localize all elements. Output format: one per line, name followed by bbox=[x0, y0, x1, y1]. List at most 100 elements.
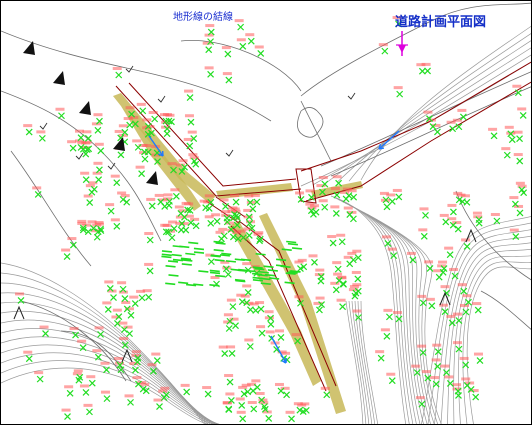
survey-point-icon bbox=[119, 196, 127, 203]
contour-line bbox=[348, 300, 367, 424]
survey-point-icon bbox=[127, 311, 135, 319]
point-label-mark bbox=[392, 188, 402, 192]
survey-point-icon bbox=[474, 306, 482, 314]
point-label-mark bbox=[320, 386, 330, 390]
survey-point-icon bbox=[97, 330, 105, 338]
point-label-mark bbox=[117, 191, 127, 195]
terrain-line bbox=[20, 300, 127, 382]
point-label-mark bbox=[162, 113, 172, 117]
survey-point-icon bbox=[186, 142, 194, 150]
point-label-mark bbox=[315, 296, 325, 300]
point-label-mark bbox=[236, 38, 246, 42]
survey-point-icon bbox=[420, 232, 428, 240]
point-label-mark bbox=[93, 161, 103, 165]
point-label-mark bbox=[64, 385, 74, 389]
point-label-mark bbox=[219, 198, 229, 202]
point-label-mark bbox=[459, 303, 469, 307]
tree-outline bbox=[297, 107, 324, 138]
survey-point-icon bbox=[86, 408, 93, 416]
survey-point-icon bbox=[339, 303, 346, 311]
survey-point-icon bbox=[225, 260, 237, 263]
survey-point-icon bbox=[168, 234, 176, 242]
point-label-mark bbox=[242, 284, 252, 288]
point-label-mark bbox=[154, 193, 164, 197]
point-label-mark bbox=[226, 298, 236, 302]
point-label-mark bbox=[424, 260, 434, 264]
point-label-mark bbox=[386, 193, 396, 197]
survey-point-icon bbox=[126, 330, 133, 338]
survey-point-icon bbox=[263, 265, 274, 269]
point-label-mark bbox=[69, 327, 79, 331]
point-label-mark bbox=[310, 204, 320, 208]
point-label-mark bbox=[148, 110, 158, 114]
point-label-mark bbox=[204, 66, 214, 70]
survey-point-icon bbox=[225, 76, 233, 84]
point-label-mark bbox=[247, 401, 257, 405]
survey-point-icon bbox=[146, 236, 154, 244]
survey-point-icon bbox=[230, 268, 241, 272]
survey-point-icon bbox=[257, 50, 265, 57]
point-label-mark bbox=[86, 375, 96, 379]
survey-point-icon bbox=[181, 258, 192, 262]
contour-line bbox=[434, 229, 531, 424]
point-label-mark bbox=[136, 289, 146, 293]
point-label-mark bbox=[140, 382, 150, 386]
survey-point-icon bbox=[113, 222, 121, 230]
survey-point-icon bbox=[516, 157, 524, 165]
survey-point-icon bbox=[449, 125, 457, 133]
point-label-mark bbox=[352, 309, 362, 313]
survey-point-icon bbox=[66, 389, 74, 397]
point-label-mark bbox=[184, 114, 194, 118]
survey-point-icon bbox=[253, 383, 261, 391]
point-label-mark bbox=[184, 202, 194, 206]
survey-point-icon bbox=[161, 250, 173, 253]
survey-point-icon bbox=[84, 134, 92, 142]
contour-line bbox=[440, 235, 531, 424]
survey-point-icon bbox=[192, 222, 200, 230]
survey-point-icon bbox=[146, 267, 154, 275]
point-label-mark bbox=[113, 357, 123, 361]
point-label-mark bbox=[343, 206, 353, 210]
point-label-mark bbox=[211, 213, 221, 217]
survey-point-icon bbox=[139, 107, 147, 115]
survey-point-icon bbox=[385, 313, 393, 321]
survey-point-icon bbox=[449, 208, 457, 216]
point-label-mark bbox=[425, 297, 435, 301]
survey-point-icon bbox=[239, 42, 247, 50]
survey-point-icon bbox=[93, 233, 101, 241]
survey-point-icon bbox=[103, 395, 111, 403]
road-edge bbox=[305, 81, 531, 202]
survey-point-icon bbox=[455, 317, 463, 325]
survey-point-icon bbox=[209, 271, 221, 275]
point-label-mark bbox=[110, 174, 120, 178]
point-label-mark bbox=[457, 283, 467, 287]
survey-point-icon bbox=[252, 272, 263, 276]
survey-point-icon bbox=[187, 118, 195, 126]
point-label-mark bbox=[440, 364, 450, 368]
survey-point-icon bbox=[238, 298, 246, 306]
survey-point-icon bbox=[346, 260, 354, 268]
point-label-mark bbox=[457, 108, 467, 112]
point-label-mark bbox=[417, 294, 427, 298]
survey-point-icon bbox=[167, 260, 179, 263]
survey-point-icon bbox=[354, 275, 362, 283]
survey-point-icon bbox=[224, 270, 232, 278]
survey-point-icon bbox=[493, 217, 501, 225]
survey-point-icon bbox=[215, 242, 226, 245]
survey-point-icon bbox=[36, 375, 44, 383]
survey-point-icon bbox=[25, 355, 33, 363]
vegetation-icon bbox=[225, 149, 234, 157]
point-label-mark bbox=[92, 349, 102, 353]
point-label-mark bbox=[291, 333, 301, 337]
point-label-mark bbox=[215, 230, 225, 234]
survey-point-icon bbox=[138, 294, 146, 302]
survey-point-icon bbox=[38, 134, 46, 142]
point-label-mark bbox=[473, 352, 483, 356]
survey-point-icon bbox=[240, 258, 252, 262]
contour-line bbox=[453, 248, 531, 424]
point-label-mark bbox=[132, 376, 142, 380]
terrain-line bbox=[320, 71, 531, 167]
survey-point-icon bbox=[145, 293, 153, 301]
point-label-mark bbox=[294, 295, 304, 299]
survey-point-icon bbox=[161, 253, 172, 257]
